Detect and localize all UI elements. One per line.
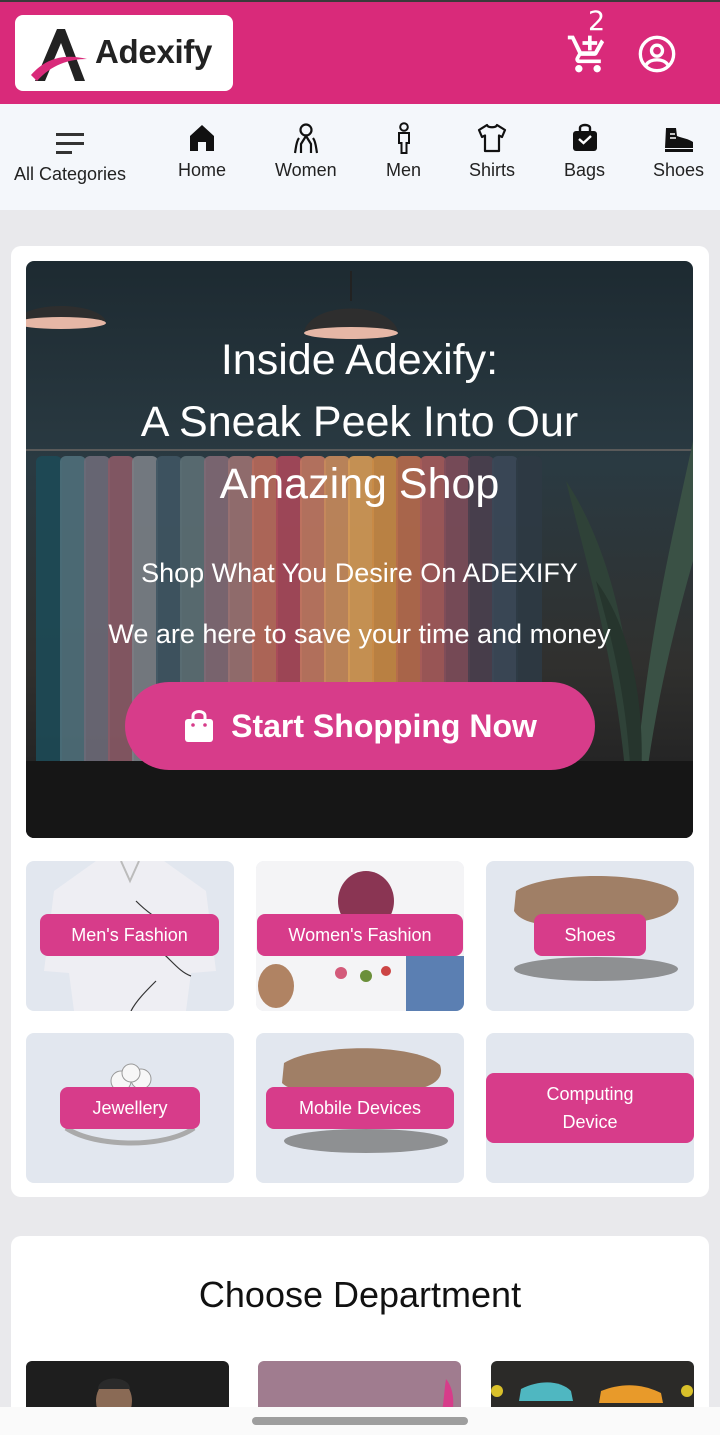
category-label: Women <box>275 160 337 180</box>
category-label: Men <box>386 160 422 180</box>
tile-label: Women's Fashion <box>257 914 463 956</box>
start-shopping-label: Start Shopping Now <box>231 707 537 744</box>
hero-subtitle: Shop What You Desire On ADEXIFY <box>141 558 578 588</box>
hero-tagline: We are here to save your time and money <box>108 619 611 649</box>
category-label: All Categories <box>14 164 127 184</box>
category-bags[interactable]: Bags <box>564 122 605 181</box>
tile-shoes[interactable]: Shoes <box>486 861 694 1011</box>
cart-count-badge: 2 <box>588 6 606 37</box>
category-women[interactable]: Women <box>275 122 337 181</box>
hero-title-line: A Sneak Peek Into Our <box>140 398 579 446</box>
menu-icon <box>56 133 85 154</box>
category-shoes[interactable]: Shoes <box>653 122 704 181</box>
tile-label: Mobile Devices <box>266 1087 454 1129</box>
category-shirts[interactable]: Shirts <box>469 122 515 181</box>
home-indicator[interactable] <box>252 1417 468 1425</box>
tile-computing-device[interactable]: Computing Device <box>486 1033 694 1183</box>
user-icon[interactable] <box>637 34 677 74</box>
tile-label: Computing Device <box>486 1073 694 1143</box>
tile-label: Shoes <box>534 914 646 956</box>
hero-title: Inside Adexify: A Sneak Peek Into Our Am… <box>26 329 693 515</box>
category-men[interactable]: Men <box>386 122 421 181</box>
logo-mark-icon <box>31 29 87 81</box>
man-icon <box>397 122 410 154</box>
tile-label: Men's Fashion <box>40 914 219 956</box>
start-shopping-button[interactable]: Start Shopping Now <box>125 682 595 770</box>
tile-mens-fashion[interactable]: Men's Fashion <box>26 861 234 1011</box>
bag-icon <box>572 123 597 151</box>
top-bar: Adexify 2 <box>0 0 720 104</box>
category-label: Home <box>178 160 227 180</box>
tile-mobile-devices[interactable]: Mobile Devices <box>256 1033 464 1183</box>
home-icon <box>190 125 214 151</box>
category-label: Bags <box>564 160 606 180</box>
floor <box>26 761 693 838</box>
category-home[interactable]: Home <box>178 122 226 181</box>
category-all[interactable]: All Categories <box>14 130 126 185</box>
logo[interactable]: Adexify <box>15 15 233 91</box>
shopping-bag-icon <box>185 710 214 742</box>
woman-icon <box>293 123 318 154</box>
tile-womens-fashion[interactable]: Women's Fashion <box>256 861 464 1011</box>
shoe-icon <box>664 128 693 152</box>
hero-title-line: Inside Adexify: <box>220 336 499 384</box>
lamp-image <box>26 306 106 329</box>
tile-label: Jewellery <box>60 1087 200 1129</box>
department-title: Choose Department <box>198 1274 522 1315</box>
hero-title-line: Amazing Shop <box>219 460 500 508</box>
category-label: Shoes <box>653 160 705 180</box>
cart-icon[interactable] <box>566 32 610 76</box>
tile-jewellery[interactable]: Jewellery <box>26 1033 234 1183</box>
category-nav: All Categories Home Women Men Shirts Bag… <box>0 104 720 210</box>
category-label: Shirts <box>469 160 516 180</box>
logo-text: Adexify <box>95 33 213 70</box>
shirt-icon <box>477 123 507 153</box>
